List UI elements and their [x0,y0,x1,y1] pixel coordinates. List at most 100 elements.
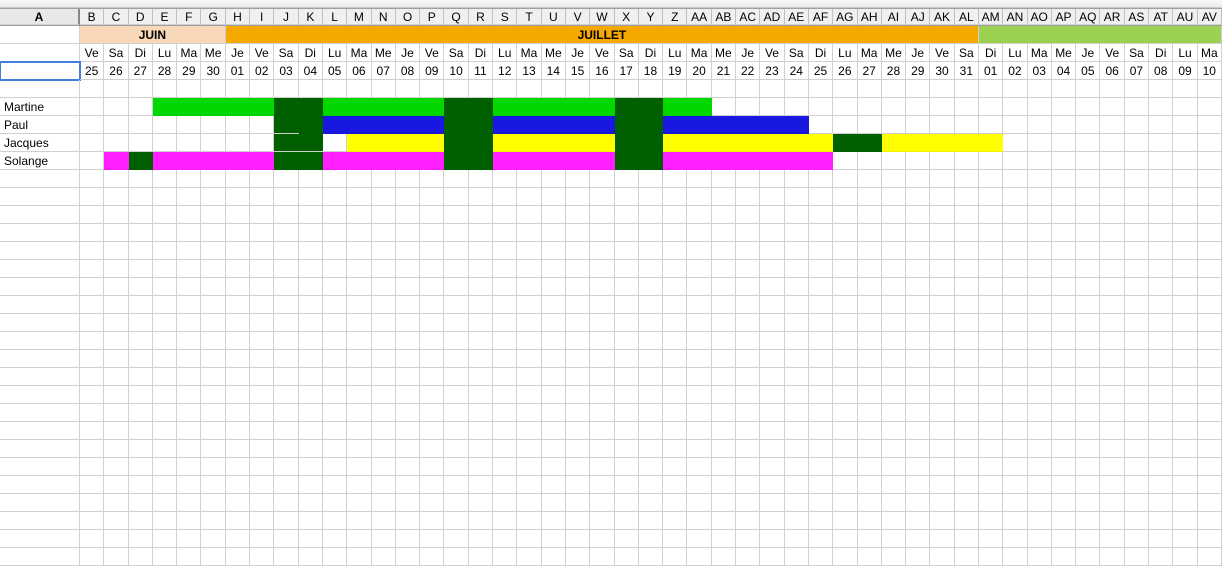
empty-cell[interactable] [736,530,760,548]
schedule-cell[interactable] [542,134,566,152]
empty-cell[interactable] [226,458,250,476]
empty-cell[interactable] [615,422,639,440]
empty-cell[interactable] [639,296,663,314]
col-header-L[interactable]: L [323,9,347,25]
empty-cell[interactable] [1028,224,1052,242]
empty-cell[interactable] [687,206,711,224]
empty-cell[interactable] [590,332,614,350]
schedule-cell[interactable] [1198,152,1222,170]
row-header[interactable] [0,242,80,260]
empty-cell[interactable] [615,296,639,314]
spreadsheet-grid[interactable]: ABCDEFGHIJKLMNOPQRSTUVWXYZAAABACADAEAFAG… [0,0,1222,561]
empty-cell[interactable] [590,476,614,494]
empty-cell[interactable] [274,368,298,386]
empty-cell[interactable] [566,386,590,404]
empty-cell[interactable] [566,188,590,206]
schedule-cell[interactable] [80,98,104,116]
empty-cell[interactable] [372,278,396,296]
empty-cell[interactable] [639,404,663,422]
empty-cell[interactable] [1173,404,1197,422]
empty-cell[interactable] [833,332,857,350]
empty-cell[interactable] [566,296,590,314]
empty-cell[interactable] [566,476,590,494]
empty-cell[interactable] [979,260,1003,278]
blank-cell[interactable] [1003,80,1027,98]
empty-cell[interactable] [590,386,614,404]
empty-cell[interactable] [1052,386,1076,404]
schedule-cell[interactable] [542,98,566,116]
empty-cell[interactable] [712,512,736,530]
empty-cell[interactable] [809,440,833,458]
schedule-cell[interactable] [663,152,687,170]
empty-cell[interactable] [517,242,541,260]
empty-cell[interactable] [1198,368,1222,386]
empty-cell[interactable] [226,386,250,404]
blank-cell[interactable] [615,80,639,98]
empty-cell[interactable] [858,494,882,512]
empty-cell[interactable] [201,440,225,458]
empty-cell[interactable] [1149,332,1173,350]
empty-cell[interactable] [1052,530,1076,548]
blank-cell[interactable] [833,80,857,98]
empty-cell[interactable] [906,350,930,368]
schedule-cell[interactable] [687,134,711,152]
empty-cell[interactable] [1052,260,1076,278]
empty-cell[interactable] [882,332,906,350]
empty-cell[interactable] [542,530,566,548]
empty-cell[interactable] [493,242,517,260]
schedule-cell[interactable] [615,152,639,170]
schedule-cell[interactable] [1149,116,1173,134]
empty-cell[interactable] [1028,404,1052,422]
empty-cell[interactable] [323,206,347,224]
empty-cell[interactable] [542,170,566,188]
schedule-cell[interactable] [566,116,590,134]
empty-cell[interactable] [858,386,882,404]
empty-cell[interactable] [615,512,639,530]
empty-cell[interactable] [663,224,687,242]
schedule-cell[interactable] [201,98,225,116]
empty-cell[interactable] [615,548,639,566]
empty-cell[interactable] [542,224,566,242]
empty-cell[interactable] [639,422,663,440]
empty-cell[interactable] [712,188,736,206]
empty-cell[interactable] [1003,224,1027,242]
empty-cell[interactable] [590,260,614,278]
schedule-cell[interactable] [80,134,104,152]
empty-cell[interactable] [906,458,930,476]
schedule-cell[interactable] [639,152,663,170]
empty-cell[interactable] [469,224,493,242]
empty-cell[interactable] [177,440,201,458]
empty-cell[interactable] [785,386,809,404]
empty-cell[interactable] [615,170,639,188]
empty-cell[interactable] [250,494,274,512]
empty-cell[interactable] [1173,458,1197,476]
empty-cell[interactable] [444,224,468,242]
empty-cell[interactable] [444,188,468,206]
empty-cell[interactable] [809,278,833,296]
empty-cell[interactable] [1076,530,1100,548]
empty-cell[interactable] [1003,548,1027,566]
schedule-cell[interactable] [1149,134,1173,152]
schedule-cell[interactable] [712,116,736,134]
empty-cell[interactable] [396,422,420,440]
schedule-cell[interactable] [590,98,614,116]
empty-cell[interactable] [1149,440,1173,458]
schedule-cell[interactable] [153,134,177,152]
schedule-cell[interactable] [955,116,979,134]
empty-cell[interactable] [347,314,371,332]
empty-cell[interactable] [347,548,371,566]
empty-cell[interactable] [1100,368,1124,386]
empty-cell[interactable] [979,314,1003,332]
empty-cell[interactable] [1149,494,1173,512]
schedule-cell[interactable] [930,134,954,152]
schedule-cell[interactable] [979,116,1003,134]
empty-cell[interactable] [833,548,857,566]
empty-cell[interactable] [542,278,566,296]
schedule-cell[interactable] [955,98,979,116]
empty-cell[interactable] [153,458,177,476]
schedule-cell[interactable] [615,134,639,152]
empty-cell[interactable] [517,512,541,530]
empty-cell[interactable] [1100,548,1124,566]
blank-cell[interactable] [201,80,225,98]
empty-cell[interactable] [347,404,371,422]
